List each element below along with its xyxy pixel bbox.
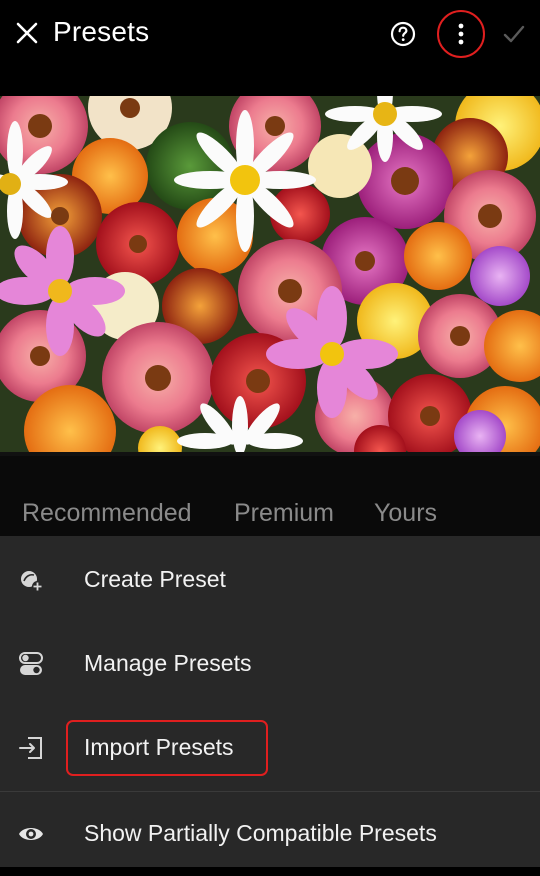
tab-recommended[interactable]: Recommended xyxy=(22,499,192,528)
menu-label: Manage Presets xyxy=(84,650,252,676)
help-circle-icon xyxy=(390,21,416,47)
menu-label: Create Preset xyxy=(84,566,226,592)
toggles-icon xyxy=(19,652,43,675)
page-title: Presets xyxy=(53,16,150,47)
menu-item-show-partially-compatible[interactable]: Show Partially Compatible Presets xyxy=(0,791,540,876)
more-vertical-icon xyxy=(458,23,464,45)
more-options-button[interactable] xyxy=(437,10,485,58)
help-button[interactable] xyxy=(390,21,416,47)
import-icon xyxy=(19,737,42,759)
create-preset-icon xyxy=(21,571,43,592)
eye-icon xyxy=(19,828,43,840)
menu-label: Show Partially Compatible Presets xyxy=(84,820,437,846)
close-icon xyxy=(16,22,38,44)
import-highlight-outline xyxy=(66,720,268,776)
tab-premium[interactable]: Premium xyxy=(234,499,334,528)
top-bar: Presets xyxy=(0,0,540,96)
preset-tabs: Recommended Premium Yours xyxy=(0,456,540,536)
done-button[interactable] xyxy=(502,22,526,46)
checkmark-icon xyxy=(503,25,525,43)
flowers-image xyxy=(0,96,540,456)
menu-item-manage-presets[interactable]: Manage Presets xyxy=(0,622,540,706)
options-menu: Create Preset Manage Presets Import Pres… xyxy=(0,536,540,867)
photo-preview xyxy=(0,96,540,456)
tab-yours[interactable]: Yours xyxy=(374,499,437,528)
menu-item-create-preset[interactable]: Create Preset xyxy=(0,538,540,622)
close-button[interactable] xyxy=(14,20,40,46)
